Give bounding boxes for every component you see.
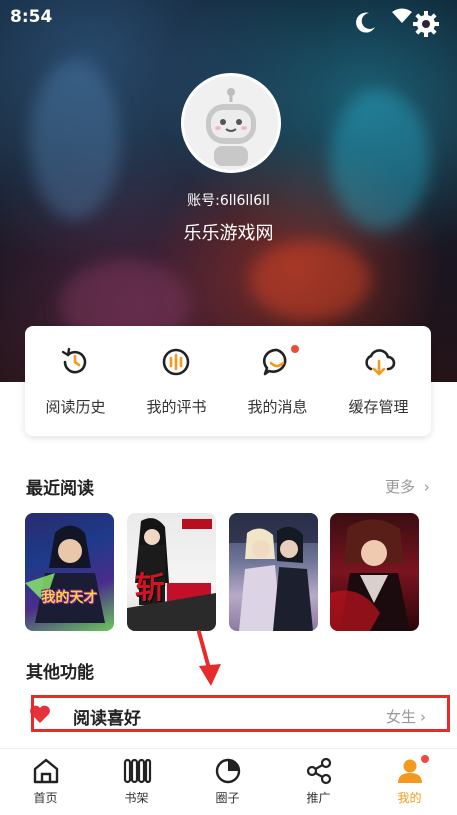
book-cover-title: 斩 [135,571,165,606]
status-time: 8:54 [10,7,53,27]
username: 乐乐游戏网 [183,223,274,244]
more-link[interactable]: 更多 › [385,476,430,497]
book-cover-art [330,519,410,631]
reading-history-button[interactable]: 阅读历史 [25,326,126,436]
share-icon [306,757,332,785]
book-cover[interactable]: 我的天才 [25,513,114,631]
chevron-right-icon: › [423,478,430,496]
other-functions-title: 其他功能 [26,663,94,683]
book-cover-art [25,525,105,623]
highlight-box-annotation [31,695,450,732]
bg-glow [250,240,370,320]
tab-home[interactable]: 首页 [0,749,91,815]
tab-bookshelf-label: 书架 [124,791,149,805]
tab-mine[interactable]: 我的 [364,749,455,815]
tab-circle-label: 圈子 [215,791,240,805]
settings-gear-icon[interactable] [412,10,440,38]
quick-actions-card: 阅读历史 我的评书 我的消息 缓存管理 [25,326,431,436]
cloud-download-icon [365,349,396,376]
book-cover[interactable] [229,513,318,631]
book-cover-title: 我的天才 [41,590,98,606]
my-messages-label: 我的消息 [247,398,308,416]
book-cover-art [229,513,318,631]
my-messages-button[interactable]: 我的消息 [227,326,328,436]
tab-mine-badge [421,755,429,763]
my-comments-label: 我的评书 [146,398,207,416]
account-id: 账号:6ll6ll6ll [187,193,270,209]
reading-history-label: 阅读历史 [45,398,106,416]
status-bar: 8:54 [0,0,457,38]
bookshelf-icon [123,758,152,784]
bottom-tab-bar: 首页 书架 圈子 推广 我的 [0,748,457,815]
my-comments-button[interactable]: 我的评书 [126,326,227,436]
message-badge [291,345,299,353]
tab-bookshelf[interactable]: 书架 [91,749,182,815]
avatar[interactable] [181,73,281,173]
robot-avatar-icon [184,76,278,170]
night-mode-icon[interactable] [352,10,378,36]
cache-management-label: 缓存管理 [348,398,409,416]
tab-promote[interactable]: 推广 [273,749,364,815]
book-cover[interactable]: 斩 [127,513,216,631]
tab-promote-label: 推广 [306,791,331,805]
tab-circle[interactable]: 圈子 [182,749,273,815]
tab-mine-label: 我的 [397,791,422,805]
recent-reading-title: 最近阅读 [26,479,94,499]
circle-community-icon [215,758,241,784]
more-label: 更多 [385,478,416,496]
cache-management-button[interactable]: 缓存管理 [328,326,429,436]
comment-audio-icon [162,348,190,376]
history-icon [61,347,87,374]
book-cover[interactable] [330,513,419,631]
wifi-icon [392,8,412,23]
tab-home-label: 首页 [33,791,58,805]
message-icon [262,348,287,376]
home-icon [33,758,59,784]
red-arrow-annotation [197,630,221,686]
